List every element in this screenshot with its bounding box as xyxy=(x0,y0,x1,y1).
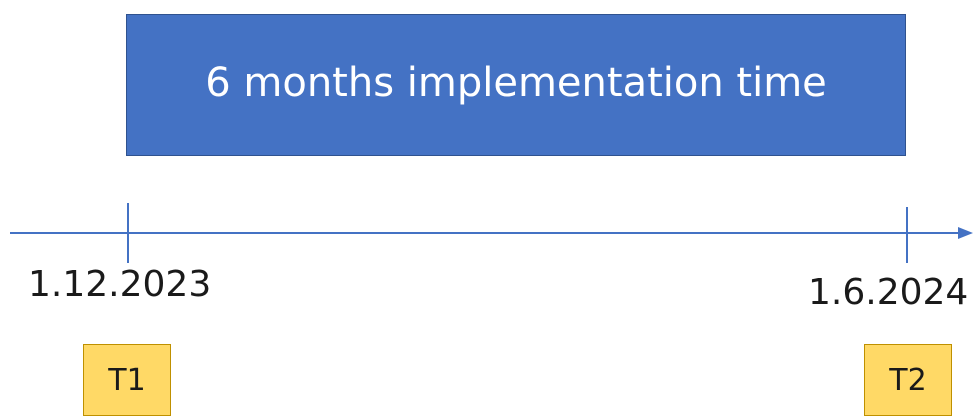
end-date-label: 1.6.2024 xyxy=(808,272,969,313)
start-date-label: 1.12.2023 xyxy=(28,264,212,305)
start-marker-badge: T1 xyxy=(83,344,171,416)
timeline-arrowhead xyxy=(958,227,973,239)
end-marker-label: T2 xyxy=(889,362,927,398)
end-marker-badge: T2 xyxy=(864,344,952,416)
start-marker-label: T1 xyxy=(108,362,146,398)
